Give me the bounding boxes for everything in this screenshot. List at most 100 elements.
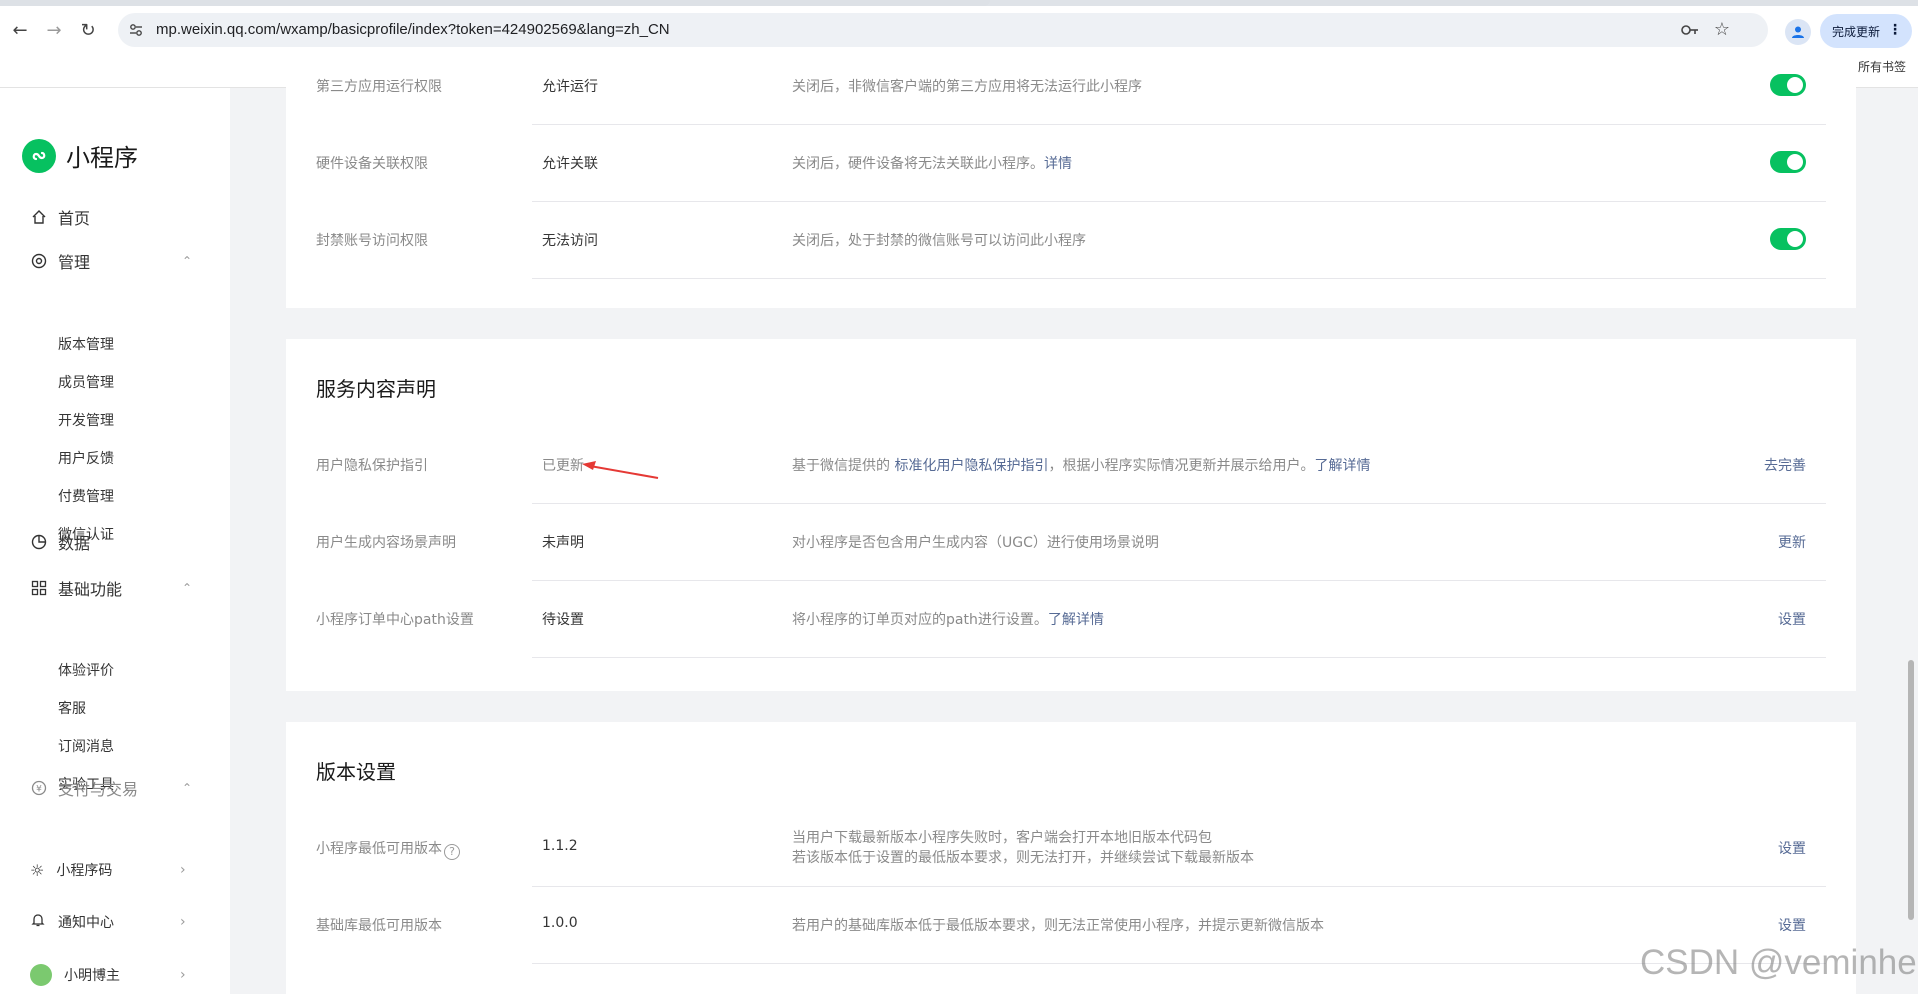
detail-link[interactable]: 详情	[1044, 156, 1072, 172]
nav-dev-manage[interactable]: 开发管理	[58, 410, 114, 430]
yen-circle-icon: ¥	[30, 779, 48, 797]
banned-account-toggle[interactable]	[1770, 228, 1806, 250]
privacy-guide-link[interactable]: 标准化用户隐私保护指引	[894, 458, 1048, 474]
nav-payment-manage[interactable]: 付费管理	[58, 486, 114, 506]
service-declaration-card: 服务内容声明 用户隐私保护指引 已更新 基于微信提供的 标准化用户隐私保护指引，…	[286, 339, 1856, 691]
desc-line-1: 当用户下载最新版本小程序失败时，客户端会打开本地旧版本代码包	[792, 830, 1212, 846]
manage-icon	[30, 252, 48, 270]
nav-notify-label: 通知中心	[58, 915, 114, 931]
watermark: CSDN @veminhe	[1640, 943, 1917, 982]
browser-update-button[interactable]: 完成更新 ⋮	[1820, 14, 1912, 48]
back-icon[interactable]: ←	[8, 18, 32, 42]
permissions-card: 第三方应用运行权限 允许运行 关闭后，非微信客户端的第三方应用将无法运行此小程序…	[286, 48, 1856, 308]
nav-user-feedback[interactable]: 用户反馈	[58, 448, 114, 468]
grid-icon	[30, 579, 48, 597]
chevron-right-icon: ›	[180, 914, 186, 930]
nav-account[interactable]: 小明博主 ›	[30, 964, 186, 986]
nav-member-manage[interactable]: 成员管理	[58, 372, 114, 392]
chart-pie-icon	[30, 533, 48, 551]
nav-mini-program-code[interactable]: ☼ 小程序码 ›	[30, 860, 186, 880]
permission-row-banned-account: 封禁账号访问权限 无法访问 关闭后，处于封禁的微信账号可以访问此小程序	[316, 202, 1826, 279]
help-icon[interactable]: ?	[444, 843, 460, 860]
bell-icon	[30, 912, 46, 932]
chevron-right-icon: ›	[180, 862, 186, 878]
address-bar[interactable]: mp.weixin.qq.com/wxamp/basicprofile/inde…	[118, 13, 1768, 47]
mini-program-logo-icon	[22, 138, 56, 173]
row-label: 硬件设备关联权限	[316, 156, 428, 172]
permission-row-third-party: 第三方应用运行权限 允许运行 关闭后，非微信客户端的第三方应用将无法运行此小程序	[316, 48, 1826, 125]
url-text[interactable]: mp.weixin.qq.com/wxamp/basicprofile/inde…	[156, 21, 670, 38]
reload-icon[interactable]: ↻	[76, 18, 100, 42]
chevron-up-icon: ⌃	[182, 254, 193, 268]
sidebar: 小程序 首页 管理 ⌃ 版本管理 成员管理 开发管理 用户反馈 付费管理 微信认…	[0, 88, 230, 994]
row-desc: 将小程序的订单页对应的path进行设置。了解详情	[792, 609, 1104, 629]
svg-text:¥: ¥	[36, 785, 42, 795]
password-key-icon[interactable]	[1680, 21, 1700, 39]
app-logo[interactable]: 小程序	[22, 138, 138, 173]
row-value: 1.0.0	[542, 915, 578, 931]
nav-manage[interactable]: 管理 ⌃	[30, 249, 192, 273]
version-settings-card: 版本设置 小程序最低可用版本? 1.1.2 当用户下载最新版本小程序失败时，客户…	[286, 722, 1856, 994]
bookmarks-label: 所有书签	[1857, 60, 1906, 74]
nav-subscribe-message[interactable]: 订阅消息	[58, 736, 114, 756]
page-scrollbar[interactable]	[1908, 660, 1914, 920]
row-desc: 若用户的基础库版本低于最低版本要求，则无法正常使用小程序，并提示更新微信版本	[792, 918, 1324, 934]
nav-version-manage[interactable]: 版本管理	[58, 334, 114, 354]
complete-action-link[interactable]: 去完善	[1764, 455, 1806, 475]
row-label: 用户隐私保护指引	[316, 458, 428, 474]
row-value: 允许关联	[542, 156, 598, 172]
nav-home[interactable]: 首页	[30, 205, 90, 229]
row-label: 小程序最低可用版本?	[316, 838, 460, 860]
desc-text: 关闭后，硬件设备将无法关联此小程序。	[792, 156, 1044, 172]
nav-data[interactable]: 数据	[30, 530, 90, 554]
learn-more-link[interactable]: 了解详情	[1314, 458, 1370, 474]
more-menu-icon: ⋮	[1888, 22, 1902, 38]
row-label: 封禁账号访问权限	[316, 233, 428, 249]
row-desc: 基于微信提供的 标准化用户隐私保护指引，根据小程序实际情况更新并展示给用户。了解…	[792, 455, 1370, 475]
row-value: 无法访问	[542, 233, 598, 249]
third-party-toggle[interactable]	[1770, 74, 1806, 96]
chevron-up-icon: ⌃	[182, 781, 193, 795]
update-action-link[interactable]: 更新	[1778, 532, 1806, 552]
order-path-row: 小程序订单中心path设置 待设置 将小程序的订单页对应的path进行设置。了解…	[316, 581, 1826, 658]
min-version-row: 小程序最低可用版本? 1.1.2 当用户下载最新版本小程序失败时，客户端会打开本…	[316, 810, 1826, 887]
home-icon	[30, 208, 48, 226]
nav-experience-rating[interactable]: 体验评价	[58, 660, 114, 680]
nav-data-label: 数据	[58, 534, 91, 553]
row-value: 1.1.2	[542, 838, 578, 854]
row-label: 小程序订单中心path设置	[316, 612, 474, 628]
nav-basic-features[interactable]: 基础功能 ⌃	[30, 576, 192, 600]
update-button-label: 完成更新	[1832, 24, 1881, 39]
chevron-right-icon: ›	[180, 967, 186, 983]
bookmark-star-icon[interactable]: ☆	[1714, 19, 1730, 40]
chevron-up-icon: ⌃	[182, 581, 193, 595]
row-value: 已更新	[542, 458, 584, 474]
nav-customer-service[interactable]: 客服	[58, 698, 86, 718]
hardware-toggle[interactable]	[1770, 151, 1806, 173]
nav-notification-center[interactable]: 通知中心 ›	[30, 912, 186, 932]
profile-icon[interactable]	[1785, 19, 1811, 45]
tab-strip	[0, 0, 1918, 6]
desc-text: 基于微信提供的	[792, 458, 895, 474]
set-action-link[interactable]: 设置	[1778, 838, 1806, 858]
permission-row-hardware: 硬件设备关联权限 允许关联 关闭后，硬件设备将无法关联此小程序。详情	[316, 125, 1826, 202]
card-title: 服务内容声明	[316, 377, 436, 401]
desc-text: 将小程序的订单页对应的path进行设置。	[792, 612, 1048, 628]
nav-pay-label: 支付与交易	[58, 780, 139, 799]
min-base-library-row: 基础库最低可用版本 1.0.0 若用户的基础库版本低于最低版本要求，则无法正常使…	[316, 887, 1826, 964]
site-info-icon[interactable]	[128, 22, 144, 38]
avatar	[30, 964, 52, 986]
nav-payment-trade[interactable]: ¥ 支付与交易 ⌃	[30, 776, 192, 800]
privacy-guide-row: 用户隐私保护指引 已更新 基于微信提供的 标准化用户隐私保护指引，根据小程序实际…	[316, 427, 1826, 504]
row-desc: 关闭后，处于封禁的微信账号可以访问此小程序	[792, 233, 1086, 249]
row-desc: 关闭后，非微信客户端的第三方应用将无法运行此小程序	[792, 79, 1142, 95]
nav-account-label: 小明博主	[64, 968, 120, 984]
set-action-link[interactable]: 设置	[1778, 915, 1806, 935]
app-name: 小程序	[66, 144, 138, 172]
learn-more-link[interactable]: 了解详情	[1048, 612, 1104, 628]
card-title: 版本设置	[316, 760, 396, 784]
row-label: 基础库最低可用版本	[316, 918, 442, 934]
row-desc: 当用户下载最新版本小程序失败时，客户端会打开本地旧版本代码包 若该版本低于设置的最…	[792, 828, 1254, 868]
set-action-link[interactable]: 设置	[1778, 609, 1806, 629]
forward-icon[interactable]: →	[42, 18, 66, 42]
